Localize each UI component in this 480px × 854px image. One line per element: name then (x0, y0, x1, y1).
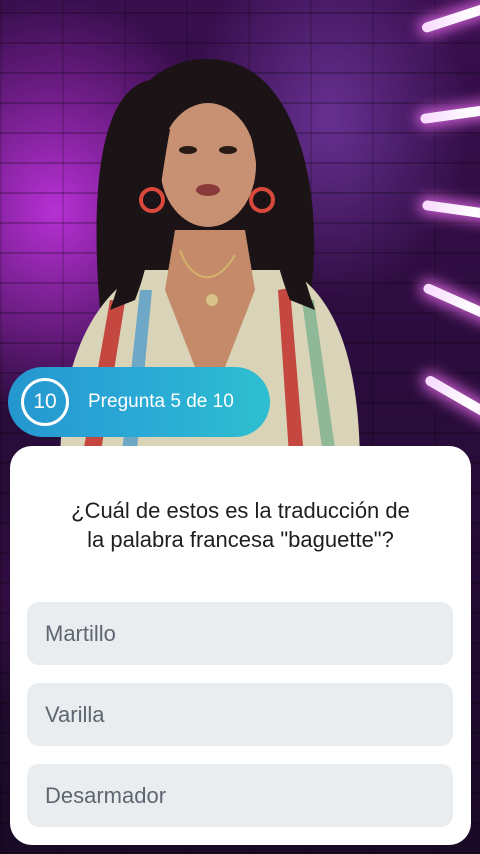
question-line-2: la palabra francesa "baguette"? (87, 527, 394, 552)
answer-option-3[interactable]: Desarmador (27, 764, 453, 827)
answer-label: Desarmador (45, 782, 167, 808)
answer-option-2[interactable]: Varilla (27, 683, 453, 746)
question-card: ¿Cuál de estos es la traducción de la pa… (10, 446, 471, 845)
question-text: ¿Cuál de estos es la traducción de la pa… (10, 496, 471, 554)
answer-option-1[interactable]: Martillo (27, 602, 453, 665)
countdown-number: 10 (33, 390, 57, 413)
answer-label: Varilla (45, 701, 105, 727)
answer-label: Martillo (45, 620, 116, 646)
question-line-1: ¿Cuál de estos es la traducción de (71, 498, 410, 523)
countdown-timer: 10 (21, 378, 69, 426)
question-progress-label: Pregunta 5 de 10 (88, 391, 234, 412)
question-counter: 10 Pregunta 5 de 10 (8, 367, 270, 437)
